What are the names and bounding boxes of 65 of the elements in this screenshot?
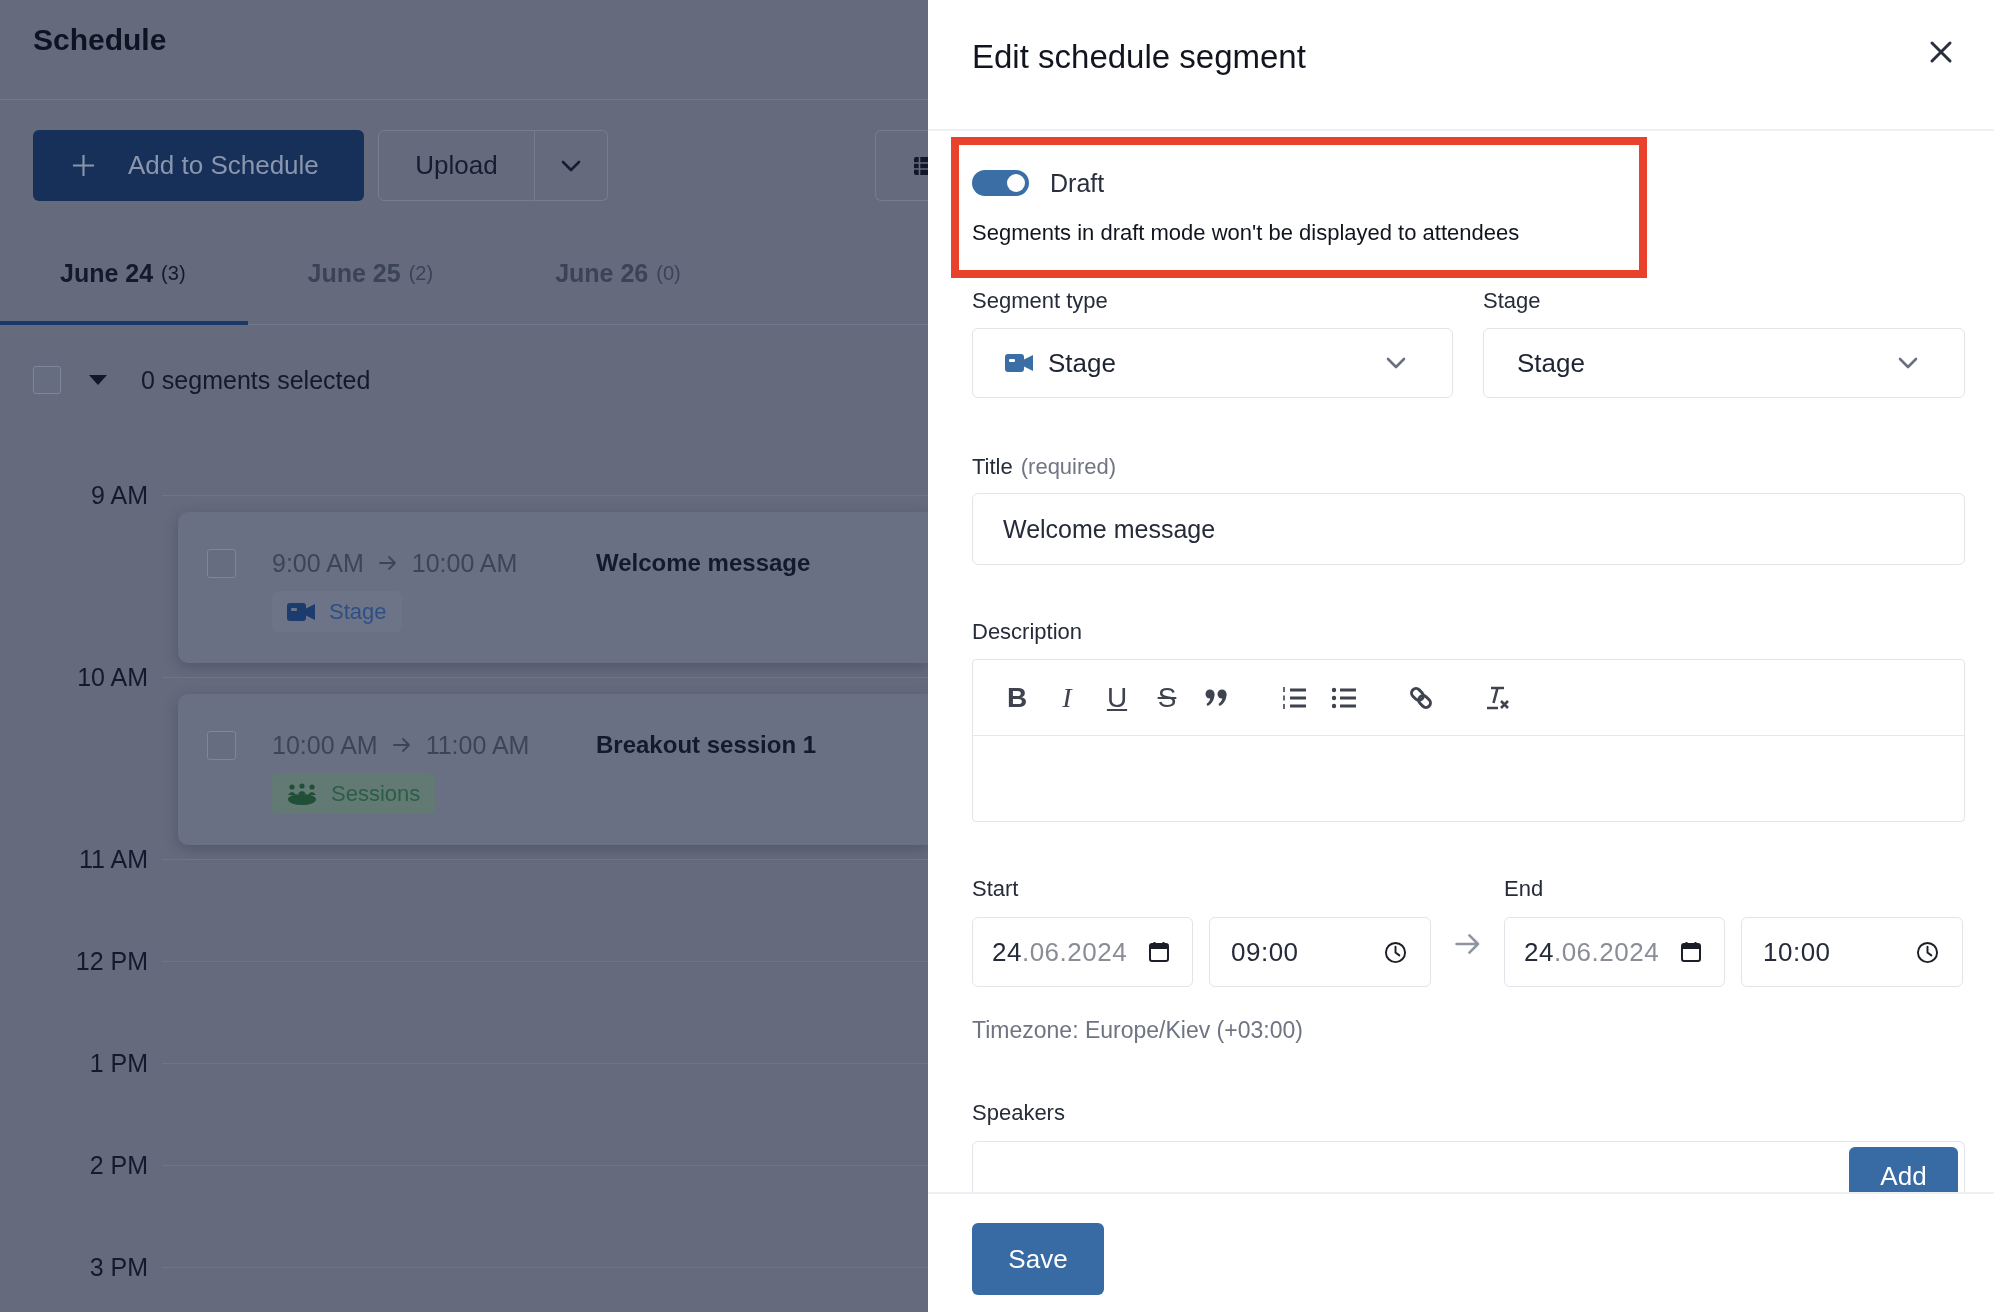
hour-label: 2 PM	[88, 1150, 149, 1180]
tag-label: Stage	[329, 598, 387, 625]
segment-checkbox[interactable]	[207, 548, 236, 578]
segment-type-select[interactable]: Stage	[972, 328, 1453, 398]
timezone-note: Timezone: Europe/Kiev (+03:00)	[972, 1016, 1304, 1045]
hour-label: 12 PM	[74, 946, 149, 976]
camera-icon	[287, 602, 315, 621]
close-icon[interactable]	[1929, 40, 1953, 64]
italic-button[interactable]: I	[1052, 679, 1082, 716]
selection-count: 0 segments selected	[141, 365, 371, 395]
save-button[interactable]: Save	[972, 1223, 1104, 1295]
chevron-icon	[1386, 357, 1406, 369]
add-to-schedule-button[interactable]: Add to Schedule	[33, 130, 364, 201]
arrow-icon	[392, 738, 411, 752]
toggle-label: Draft	[1050, 168, 1105, 198]
underline-button[interactable]: U	[1102, 679, 1132, 716]
numbered-list-icon[interactable]	[1281, 685, 1307, 710]
segment-title: Welcome message	[596, 549, 812, 577]
field-label: Segment type	[972, 287, 1109, 315]
date-input[interactable]: 24.06.2024	[972, 917, 1193, 987]
clock-icon	[1916, 940, 1939, 964]
select-all-checkbox[interactable]	[33, 366, 61, 394]
required-note: (required)	[1020, 453, 1117, 481]
chevron-icon	[561, 159, 581, 172]
segment-title: Breakout session 1	[596, 731, 818, 759]
chevron-icon	[1898, 357, 1918, 369]
tag-label: Sessions	[331, 780, 421, 807]
bullet-list-icon[interactable]	[1331, 685, 1357, 710]
field-label: Start	[972, 875, 1020, 903]
panel-title: Edit schedule segment	[972, 37, 1306, 77]
field-label: Description	[972, 618, 1084, 646]
link-icon[interactable]	[1408, 684, 1434, 711]
time-input[interactable]: 10:00	[1741, 917, 1963, 987]
date-input[interactable]: 24.06.2024	[1504, 917, 1725, 987]
caret-icon[interactable]	[89, 375, 107, 385]
add-button[interactable]: Add	[1849, 1147, 1958, 1192]
clock-icon	[1384, 940, 1407, 964]
speakers-field[interactable]: Add	[972, 1141, 1965, 1192]
hour-label: 3 PM	[88, 1252, 149, 1282]
hour-label: 11 AM	[77, 844, 149, 874]
hour-label: 10 AM	[76, 662, 149, 692]
camera-icon	[1005, 354, 1033, 372]
draft-hint: Segments in draft mode won't be displayed to attendees	[972, 219, 1521, 247]
bold-button[interactable]: B	[1002, 679, 1032, 716]
arrow-icon	[378, 556, 397, 570]
time-input[interactable]: 09:00	[1209, 917, 1431, 987]
hour-label: 1 PM	[88, 1048, 149, 1078]
segment-checkbox[interactable]	[207, 730, 236, 760]
title-input[interactable]: Welcome message	[972, 493, 1965, 565]
field-label: End	[1504, 875, 1545, 903]
calendar-icon	[1148, 941, 1170, 963]
calendar-icon	[1680, 941, 1702, 963]
arrow-icon	[1454, 934, 1481, 954]
quote-icon[interactable]	[1205, 687, 1229, 708]
page-title: Schedule	[33, 22, 167, 58]
field-label: Speakers	[972, 1099, 1066, 1127]
stage-select[interactable]: Stage	[1483, 328, 1965, 398]
hour-label: 9 AM	[90, 480, 149, 510]
people-icon	[287, 782, 317, 805]
field-label: Stage	[1483, 287, 1542, 315]
strikethrough-button[interactable]: S	[1152, 679, 1182, 716]
field-label: Title	[972, 453, 1013, 481]
clear-format-icon[interactable]	[1485, 684, 1511, 711]
plus-icon	[72, 154, 95, 177]
draft-toggle[interactable]	[972, 170, 1029, 196]
